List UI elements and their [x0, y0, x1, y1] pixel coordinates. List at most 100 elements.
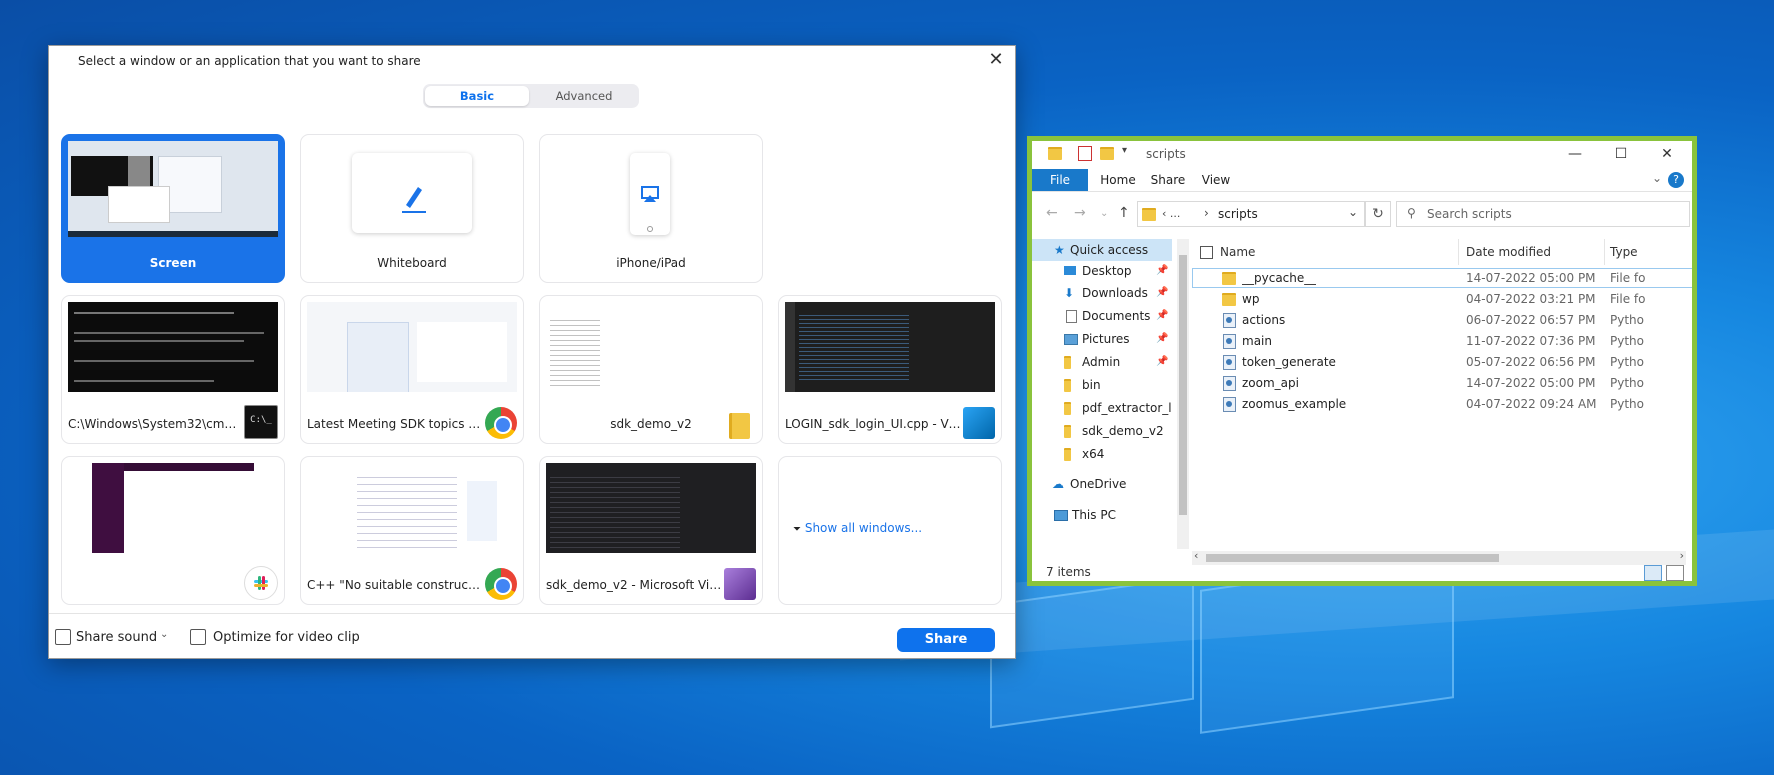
file-list: Name ⌃ Date modified Type __pycache__ 14…	[1192, 239, 1692, 539]
back-arrow-icon[interactable]: ←	[1046, 205, 1058, 221]
nav-item-bin[interactable]: bin	[1032, 374, 1172, 396]
forward-arrow-icon[interactable]: →	[1074, 205, 1086, 221]
screen-thumbnail	[68, 141, 278, 237]
column-divider[interactable]	[1458, 239, 1459, 265]
nav-scrollbar[interactable]	[1177, 239, 1189, 549]
column-divider[interactable]	[1604, 239, 1605, 265]
share-tile-sdk-demo-folder[interactable]: sdk_demo_v2	[539, 295, 763, 444]
file-row[interactable]: main 11-07-2022 07:36 PM Pytho	[1192, 331, 1692, 351]
star-icon: ★	[1054, 243, 1065, 257]
help-icon[interactable]: ?	[1668, 172, 1684, 188]
share-tile-cmd-window[interactable]: C:\Windows\System32\cmd.exe C:\_	[61, 295, 285, 444]
nav-item-this-pc[interactable]: This PC	[1032, 504, 1172, 526]
title-bar: ▾ scripts — ☐ ✕	[1032, 141, 1692, 167]
tile-label: C:\Windows\System32\cmd.exe	[68, 417, 244, 431]
file-row[interactable]: token_generate 05-07-2022 06:56 PM Pytho	[1192, 352, 1692, 372]
file-date: 05-07-2022 06:56 PM	[1466, 355, 1596, 369]
file-row[interactable]: actions 06-07-2022 06:57 PM Pytho	[1192, 310, 1692, 330]
show-all-windows-link[interactable]: ⏷ Show all windows...	[793, 521, 922, 535]
share-tile-visual-studio[interactable]: sdk_demo_v2 - Microsoft Visual S...	[539, 456, 763, 605]
breadcrumb-current[interactable]: scripts	[1218, 207, 1258, 221]
share-sound-checkbox[interactable]	[55, 629, 71, 645]
dialog-title: Select a window or an application that y…	[78, 54, 421, 68]
nav-item-admin[interactable]: Admin 📌	[1032, 351, 1172, 373]
share-tile-chrome-constructor[interactable]: C++ "No suitable constructor exi...	[300, 456, 524, 605]
recent-dropdown-icon[interactable]: ⌄	[1100, 208, 1108, 219]
share-button[interactable]: Share	[897, 628, 995, 652]
file-type: File fo	[1610, 271, 1646, 285]
search-input[interactable]: ⚲ Search scripts	[1396, 201, 1690, 227]
nav-item-x64[interactable]: x64	[1032, 443, 1172, 465]
nav-item-sdk-demo-v2[interactable]: sdk_demo_v2	[1032, 420, 1172, 442]
nav-item-downloads[interactable]: ⬇ Downloads 📌	[1032, 282, 1172, 304]
scrollbar-thumb[interactable]	[1179, 255, 1187, 515]
share-tile-whiteboard[interactable]: Whiteboard	[300, 134, 524, 283]
address-bar[interactable]: ‹ ... › scripts ⌄	[1137, 201, 1365, 227]
close-icon[interactable]: ✕	[1644, 141, 1690, 167]
share-tile-show-all[interactable]: ⏷ Show all windows...	[778, 456, 1002, 605]
minimize-icon[interactable]: —	[1552, 141, 1598, 167]
tab-share[interactable]: Share	[1146, 169, 1190, 191]
column-header-name[interactable]: Name	[1220, 239, 1255, 265]
tab-view[interactable]: View	[1198, 169, 1234, 191]
close-icon[interactable]: ✕	[985, 50, 1007, 72]
search-icon: ⚲	[1407, 206, 1416, 220]
column-header-date-modified[interactable]: Date modified	[1466, 239, 1551, 265]
folder-icon	[1064, 448, 1071, 461]
file-explorer-window: ▾ scripts — ☐ ✕ File Home Share View ⌄ ?…	[1027, 136, 1697, 586]
chrome-icon	[485, 407, 517, 439]
refresh-icon[interactable]: ↻	[1365, 201, 1391, 227]
select-all-checkbox[interactable]	[1200, 246, 1213, 259]
tab-advanced[interactable]: Advanced	[531, 86, 637, 106]
file-row[interactable]: zoomus_example 04-07-2022 09:24 AM Pytho	[1192, 394, 1692, 414]
pin-icon[interactable]: 📌	[1156, 328, 1168, 350]
scrollbar-thumb[interactable]	[1206, 554, 1499, 562]
folder-icon	[1048, 147, 1062, 160]
chevron-down-icon[interactable]: ⌄	[1348, 205, 1358, 219]
whiteboard-preview	[352, 153, 472, 233]
file-name: zoomus_example	[1242, 397, 1347, 411]
scroll-left-icon[interactable]: ‹	[1194, 549, 1198, 562]
properties-icon[interactable]	[1078, 146, 1092, 161]
share-tile-vscode[interactable]: LOGIN_sdk_login_UI.cpp - Visual ...	[778, 295, 1002, 444]
file-name: __pycache__	[1242, 271, 1317, 285]
chevron-down-icon[interactable]: ⌄	[160, 629, 168, 640]
share-tile-chrome-sdk-topics[interactable]: Latest Meeting SDK topics - Zoo...	[300, 295, 524, 444]
tab-file[interactable]: File	[1032, 169, 1088, 191]
status-item-count: 7 items	[1046, 565, 1091, 579]
nav-item-pdf-extractor[interactable]: pdf_extractor_lig	[1032, 397, 1172, 419]
optimize-video-checkbox[interactable]	[190, 629, 206, 645]
up-arrow-icon[interactable]: ↑	[1118, 205, 1130, 221]
quick-access-dropdown-icon[interactable]: ▾	[1122, 145, 1127, 156]
window-title: scripts	[1146, 147, 1186, 161]
nav-item-quick-access[interactable]: ★ Quick access	[1032, 239, 1172, 261]
nav-item-onedrive[interactable]: ☁ OneDrive	[1032, 473, 1172, 495]
horizontal-scrollbar[interactable]: ‹ ›	[1192, 549, 1686, 565]
column-header-type[interactable]: Type	[1610, 239, 1638, 265]
pin-icon[interactable]: 📌	[1156, 305, 1168, 327]
share-tile-screen[interactable]: Screen	[61, 134, 285, 283]
large-icons-view-icon[interactable]	[1666, 565, 1684, 581]
nav-item-desktop[interactable]: Desktop 📌	[1032, 260, 1172, 282]
pin-icon[interactable]: 📌	[1156, 351, 1168, 373]
maximize-icon[interactable]: ☐	[1598, 141, 1644, 167]
details-view-icon[interactable]	[1644, 565, 1662, 581]
pin-icon[interactable]: 📌	[1156, 282, 1168, 304]
chevron-down-icon[interactable]: ⌄	[1652, 171, 1662, 185]
scroll-right-icon[interactable]: ›	[1680, 549, 1684, 562]
nav-item-documents[interactable]: Documents 📌	[1032, 305, 1172, 327]
file-type: Pytho	[1610, 376, 1644, 390]
share-tile-slack[interactable]	[61, 456, 285, 605]
file-type: Pytho	[1610, 313, 1644, 327]
pin-icon[interactable]: 📌	[1156, 260, 1168, 282]
file-row[interactable]: wp 04-07-2022 03:21 PM File fo	[1192, 289, 1692, 309]
file-row[interactable]: zoom_api 14-07-2022 05:00 PM Pytho	[1192, 373, 1692, 393]
tile-label: sdk_demo_v2 - Microsoft Visual S...	[546, 578, 722, 592]
tab-basic[interactable]: Basic	[425, 86, 529, 106]
tab-home[interactable]: Home	[1098, 169, 1138, 191]
file-row[interactable]: __pycache__ 14-07-2022 05:00 PM File fo	[1192, 268, 1692, 288]
nav-item-pictures[interactable]: Pictures 📌	[1032, 328, 1172, 350]
tile-label: Screen	[149, 256, 197, 270]
share-tile-iphone-ipad[interactable]: iPhone/iPad	[539, 134, 763, 283]
new-folder-icon[interactable]	[1100, 147, 1114, 160]
